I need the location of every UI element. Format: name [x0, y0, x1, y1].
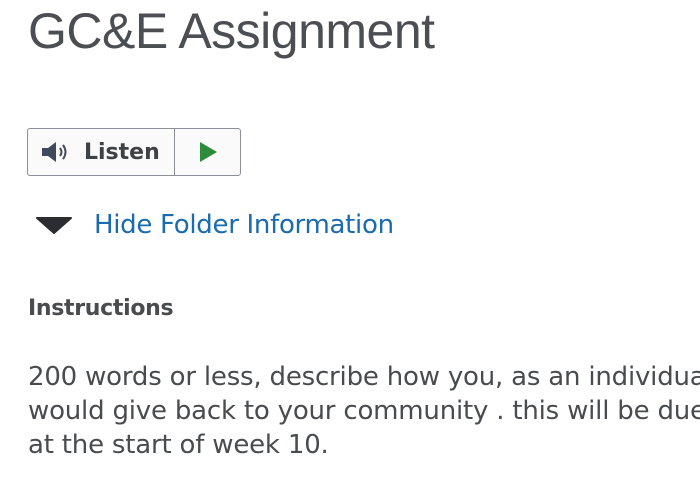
caret-down-icon — [36, 215, 72, 235]
play-icon — [197, 141, 219, 163]
instructions-line: at the start of week 10. — [28, 430, 329, 460]
listen-button[interactable]: Listen — [28, 129, 175, 175]
folder-toggle-label[interactable]: Hide Folder Information — [94, 210, 394, 240]
instructions-body: 200 words or less, describe how you, as … — [28, 360, 700, 462]
hide-folder-information-link[interactable]: Hide Folder Information — [36, 210, 394, 240]
instructions-line: would give back to your community . this… — [28, 396, 700, 426]
listen-widget: Listen — [27, 128, 241, 176]
speaker-icon — [40, 140, 74, 164]
instructions-line: 200 words or less, describe how you, as … — [28, 362, 700, 392]
listen-label: Listen — [84, 139, 160, 165]
instructions-heading: Instructions — [28, 296, 174, 321]
page-title: GC&E Assignment — [28, 3, 435, 59]
play-button[interactable] — [175, 129, 240, 175]
